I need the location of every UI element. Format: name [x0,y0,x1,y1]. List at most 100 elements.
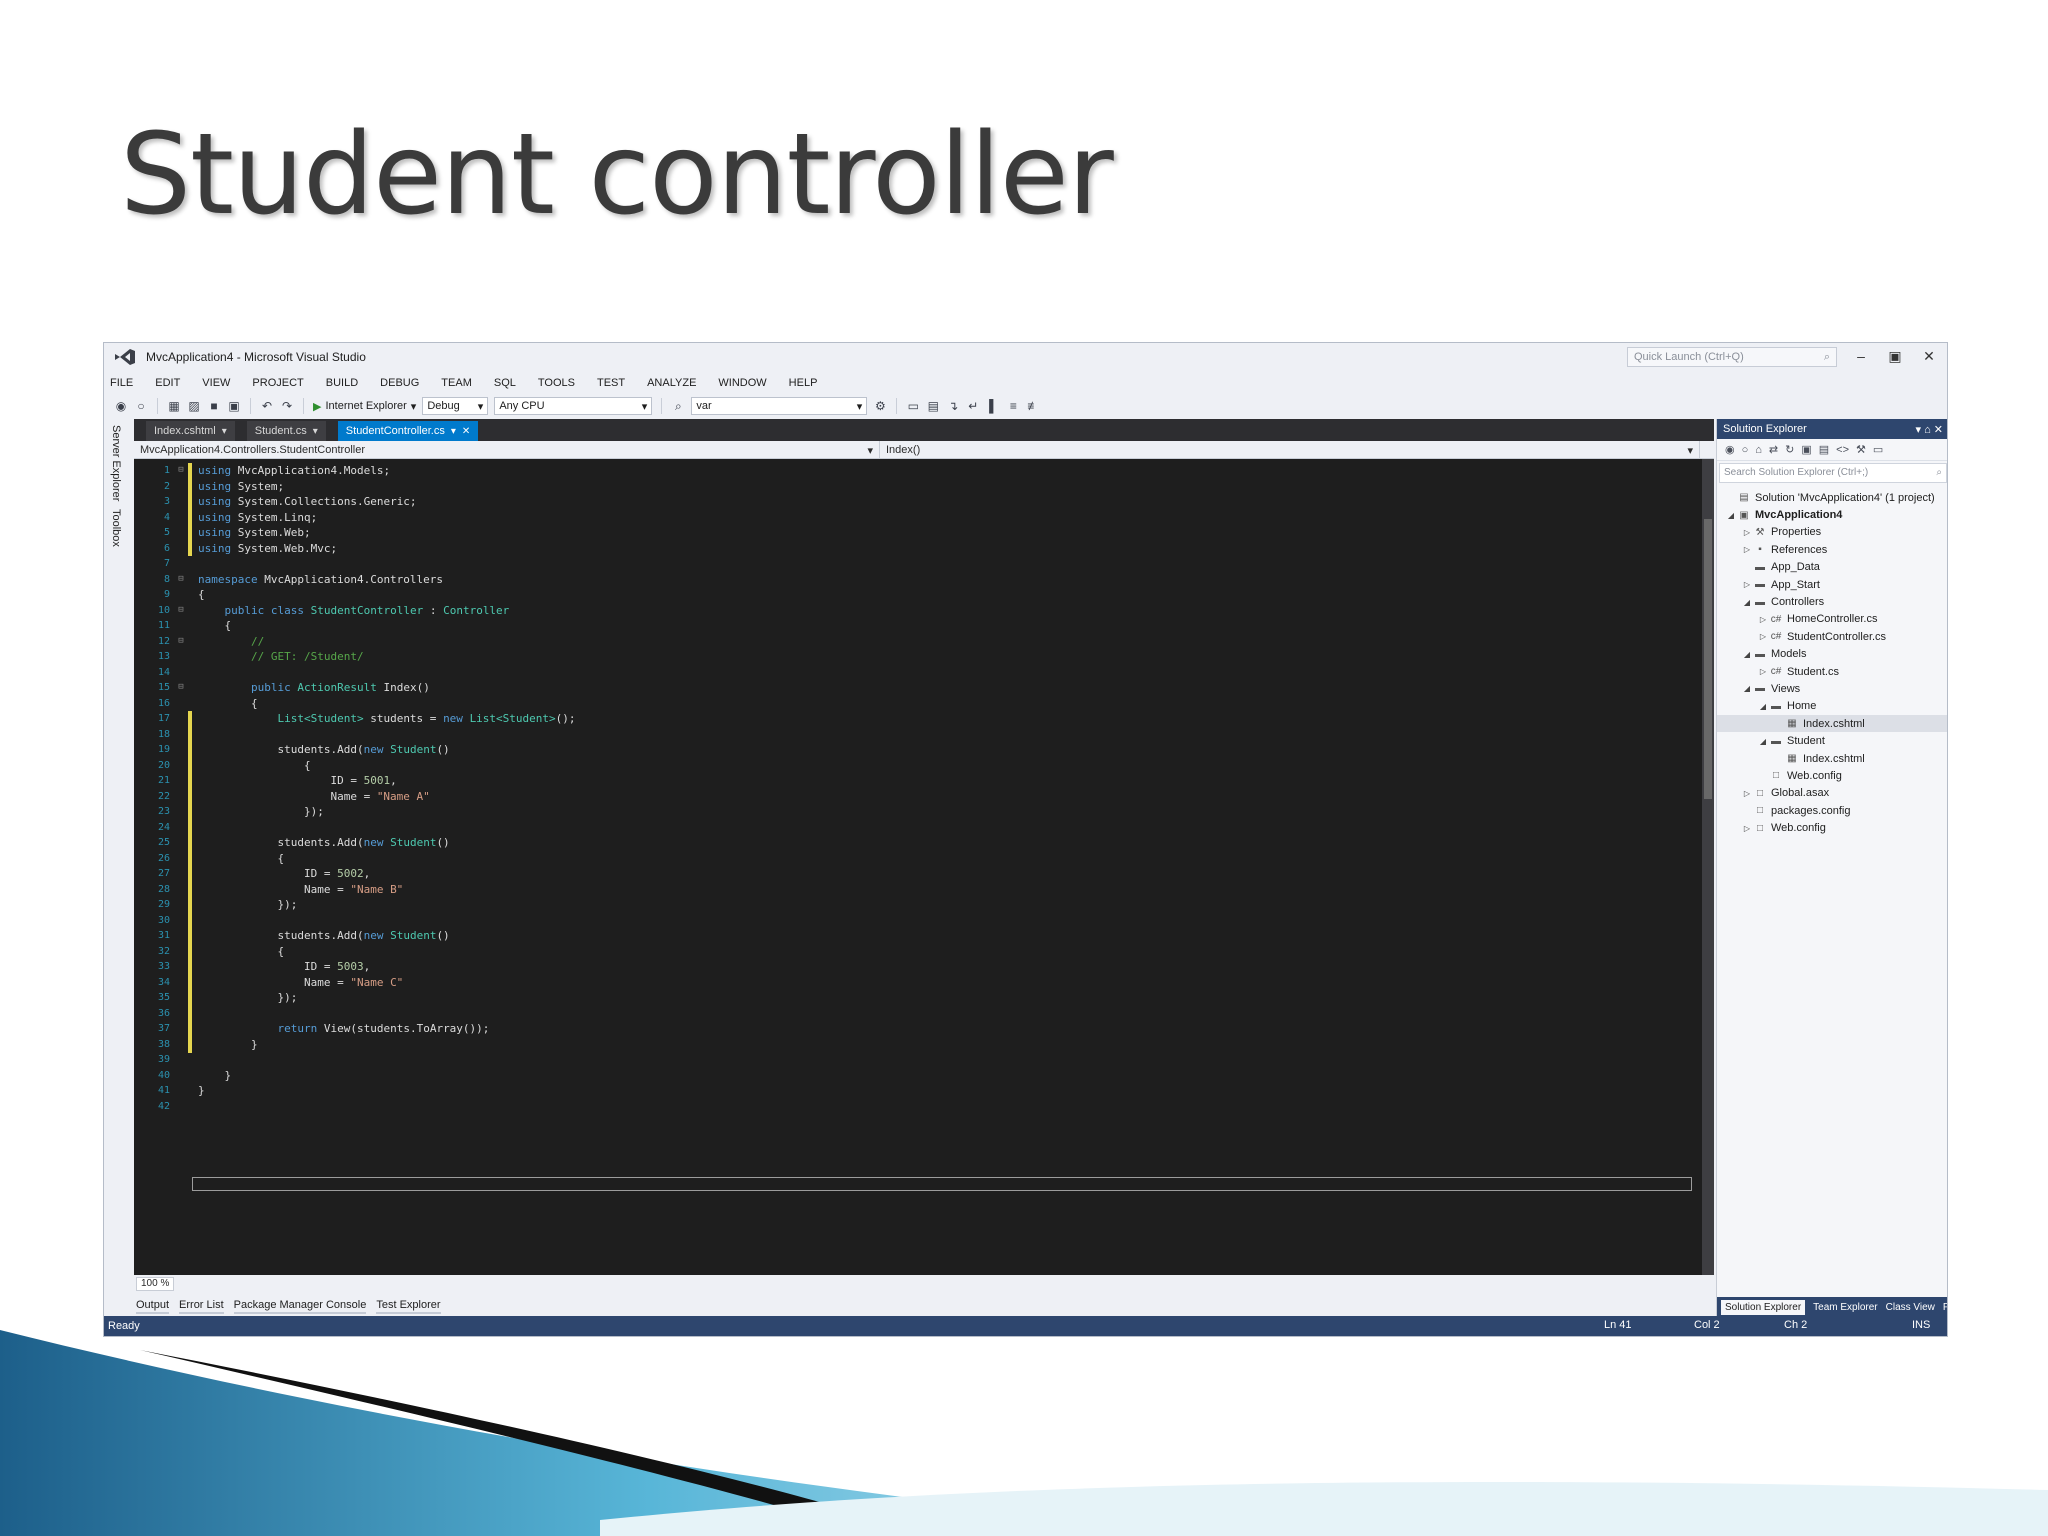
start-debugging-button[interactable]: ▶ Internet Explorer ▾ [313,400,416,413]
document-tab[interactable]: Index.cshtml ▾ [146,421,235,441]
menu-debug[interactable]: DEBUG [380,377,419,389]
refresh-icon[interactable]: ↻ [1785,443,1794,456]
menu-window[interactable]: WINDOW [718,377,766,389]
menu-view[interactable]: VIEW [202,377,230,389]
expand-toggle-icon[interactable]: ◢ [1725,511,1737,520]
menu-help[interactable]: HELP [789,377,818,389]
tree-item[interactable]: ▷ ▬ App_Start [1717,576,1947,593]
fold-toggle-icon[interactable]: ⊟ [174,572,188,588]
restore-button[interactable]: ▣ [1883,345,1907,367]
breakpoint-icon[interactable]: ▌ [986,399,1000,413]
menu-file[interactable]: FILE [110,377,133,389]
menu-tools[interactable]: TOOLS [538,377,575,389]
fold-toggle-icon[interactable]: ⊟ [174,680,188,696]
fold-toggle-icon[interactable]: ⊟ [174,603,188,619]
menu-build[interactable]: BUILD [326,377,358,389]
expand-toggle-icon[interactable]: ◢ [1741,598,1753,607]
tree-item[interactable]: ▷ □ Web.config [1717,819,1947,836]
tree-item[interactable]: ▷ ▪ References [1717,541,1947,558]
scrollbar-thumb[interactable] [1704,519,1712,799]
close-button[interactable]: ✕ [1917,345,1941,367]
home-icon[interactable]: ⌂ [1755,444,1762,456]
tree-item[interactable]: ▦ Index.cshtml [1717,715,1947,733]
member-dropdown[interactable]: Index() ▾ [880,441,1700,459]
editor-vertical-scrollbar[interactable] [1702,459,1714,1275]
menu-edit[interactable]: EDIT [155,377,180,389]
document-tab[interactable]: StudentController.cs ▾ ✕ [337,421,479,441]
bookmark-next-icon[interactable]: ▤ [926,399,940,413]
open-icon[interactable]: ▨ [187,399,201,413]
find-combo[interactable]: var ▾ [691,397,868,415]
expand-toggle-icon[interactable]: ◢ [1741,650,1753,659]
menu-sql[interactable]: SQL [494,377,516,389]
expand-toggle-icon[interactable]: ▷ [1741,824,1753,833]
expand-toggle-icon[interactable]: ▷ [1757,667,1769,676]
tree-item[interactable]: ▬ App_Data [1717,559,1947,576]
solution-search-input[interactable]: Search Solution Explorer (Ctrl+;) ⌕ [1719,463,1947,483]
code-editor[interactable]: 1 ⊟ using MvcApplication4.Models; 2 using Sy… [134,459,1702,1275]
zoom-select[interactable]: 100 % [136,1277,175,1291]
type-dropdown[interactable]: MvcApplication4.Controllers.StudentContr… [134,441,880,459]
tree-item[interactable]: □ packages.config [1717,802,1947,819]
tree-item[interactable]: ▤ Solution 'MvcApplication4' (1 project) [1717,489,1947,506]
forward-icon[interactable]: ○ [134,399,148,413]
expand-toggle-icon[interactable]: ◢ [1757,737,1769,746]
expand-toggle-icon[interactable]: ▷ [1741,789,1753,798]
back-icon[interactable]: ◉ [1725,443,1735,456]
save-all-icon[interactable]: ▣ [227,399,241,413]
tree-item[interactable]: ▦ Index.cshtml [1717,750,1947,767]
step-into-icon[interactable]: ↴ [946,399,960,413]
tree-item[interactable]: ▷ c# StudentController.cs [1717,628,1947,645]
tree-item[interactable]: ◢ ▬ Models [1717,646,1947,663]
sync-icon[interactable]: ⇄ [1769,443,1778,456]
toolbox-tab[interactable]: Toolbox [110,509,122,547]
panel-pin-icon[interactable]: ▾ ⌂ ✕ [1916,423,1944,436]
document-tab[interactable]: Student.cs ▾ [246,421,326,441]
server-explorer-tab[interactable]: Server Explorer [110,425,122,501]
platform-select[interactable]: Any CPU ▾ [494,397,653,415]
quick-launch-input[interactable]: Quick Launch (Ctrl+Q) ⌕ [1627,347,1837,367]
view-code-icon[interactable]: <> [1836,444,1849,456]
menu-test[interactable]: TEST [597,377,625,389]
menu-project[interactable]: PROJECT [252,377,303,389]
expand-toggle-icon[interactable]: ▷ [1757,632,1769,641]
collapse-all-icon[interactable]: ▣ [1801,443,1811,456]
expand-toggle-icon[interactable]: ▷ [1741,528,1753,537]
expand-toggle-icon[interactable]: ▷ [1741,545,1753,554]
preview-icon[interactable]: ▭ [1873,443,1883,456]
menu-team[interactable]: TEAM [441,377,472,389]
tree-item[interactable]: ▷ c# HomeController.cs [1717,611,1947,628]
redo-icon[interactable]: ↷ [280,399,294,413]
tree-item[interactable]: ◢ ▬ Student [1717,732,1947,749]
tree-item[interactable]: ▷ c# Student.cs [1717,663,1947,680]
settings-icon[interactable]: ⚙ [873,399,887,413]
pin-icon[interactable]: ▾ [313,426,318,437]
comment-icon[interactable]: ≡ [1006,399,1020,413]
expand-toggle-icon[interactable]: ◢ [1757,702,1769,711]
configuration-select[interactable]: Debug ▾ [422,397,489,415]
expand-toggle-icon[interactable]: ◢ [1741,684,1753,693]
tree-item[interactable]: ◢ ▣ MvcApplication4 [1717,506,1947,523]
properties-icon[interactable]: ⚒ [1856,443,1866,456]
step-over-icon[interactable]: ↵ [966,399,980,413]
save-icon[interactable]: ■ [207,399,221,413]
fold-toggle-icon[interactable]: ⊟ [174,634,188,650]
tree-item[interactable]: ◢ ▬ Views [1717,680,1947,697]
close-icon[interactable]: ✕ [462,426,470,437]
tree-item[interactable]: ▷ □ Global.asax [1717,785,1947,802]
show-all-files-icon[interactable]: ▤ [1819,443,1829,456]
uncomment-icon[interactable]: ≢ [1026,399,1040,413]
forward-icon[interactable]: ○ [1742,444,1749,456]
pin-icon[interactable]: ▾ [451,426,456,437]
expand-toggle-icon[interactable]: ▷ [1757,615,1769,624]
bookmark-icon[interactable]: ▭ [906,399,920,413]
tree-item[interactable]: ◢ ▬ Home [1717,698,1947,715]
expand-toggle-icon[interactable]: ▷ [1741,580,1753,589]
tree-item[interactable]: □ Web.config [1717,767,1947,784]
new-project-icon[interactable]: ▦ [167,399,181,413]
back-icon[interactable]: ◉ [114,399,128,413]
undo-icon[interactable]: ↶ [260,399,274,413]
minimize-button[interactable]: – [1849,345,1873,367]
fold-toggle-icon[interactable]: ⊟ [174,463,188,479]
tree-item[interactable]: ▷ ⚒ Properties [1717,524,1947,541]
